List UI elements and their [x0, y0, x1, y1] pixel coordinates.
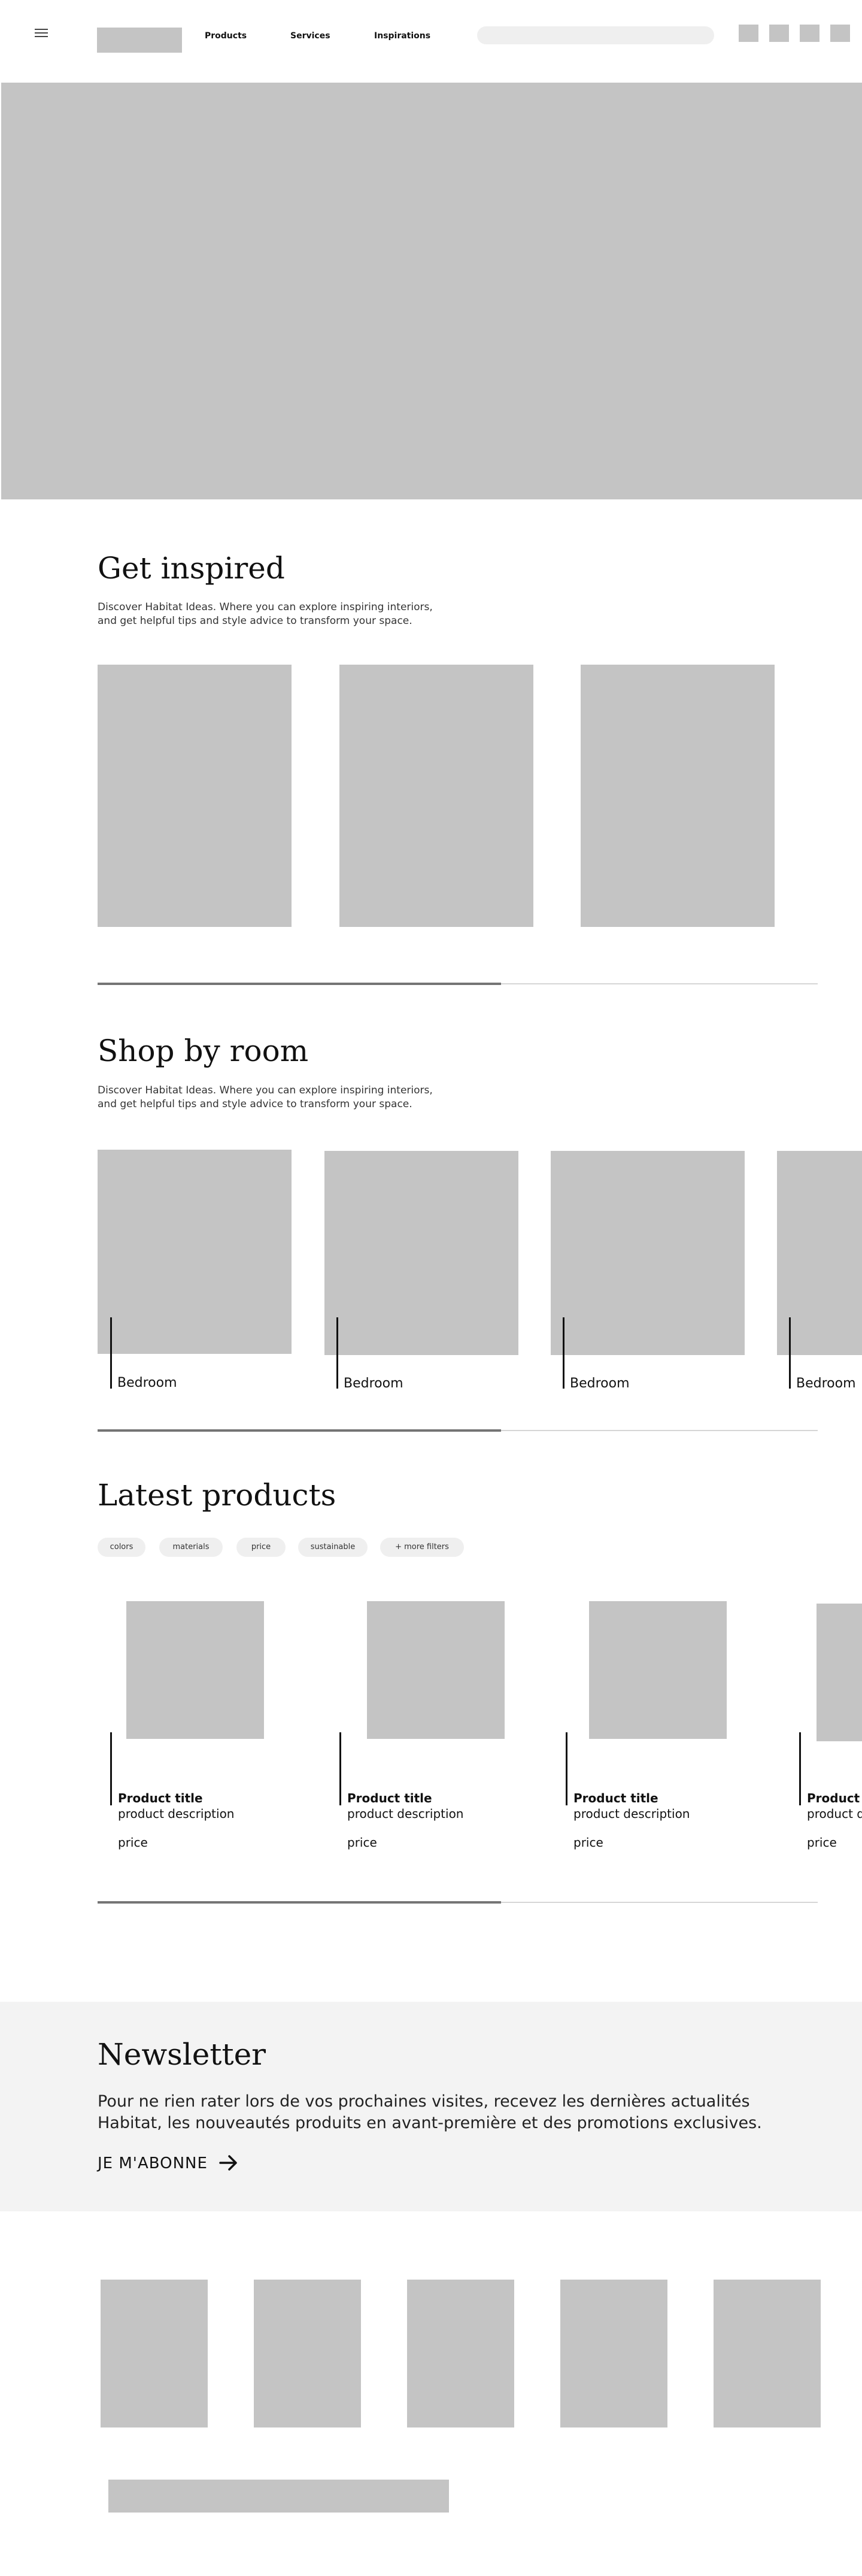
subscribe-button-label: JE M'ABONNE — [98, 2154, 208, 2172]
room-card-divider — [110, 1317, 112, 1389]
footer-image-3[interactable] — [407, 2280, 514, 2427]
filter-chip-more[interactable]: + more filters — [380, 1538, 464, 1557]
room-card-divider — [789, 1317, 791, 1389]
room-label[interactable]: Bedroom — [117, 1375, 177, 1390]
search-input[interactable] — [477, 26, 714, 44]
product-divider — [799, 1732, 801, 1805]
header-icon-3[interactable] — [800, 25, 819, 42]
nav-link-inspirations[interactable]: Inspirations — [374, 31, 430, 41]
product-image[interactable] — [589, 1601, 727, 1739]
product-divider — [566, 1732, 567, 1805]
section-title-get-inspired: Get inspired — [98, 551, 285, 586]
carousel-scrollbar-rooms[interactable] — [98, 1429, 818, 1432]
section-intro-get-inspired: Discover Habitat Ideas. Where you can ex… — [98, 601, 433, 628]
footer-image-5[interactable] — [714, 2280, 821, 2427]
product-image[interactable] — [367, 1601, 505, 1739]
hero-image — [1, 83, 862, 499]
room-label[interactable]: Bedroom — [796, 1376, 856, 1391]
carousel-scrollbar-inspired[interactable] — [98, 983, 818, 985]
product-title[interactable]: Product title — [807, 1791, 862, 1805]
product-price: price — [347, 1835, 377, 1850]
newsletter-title: Newsletter — [98, 2037, 266, 2072]
product-title[interactable]: Product title — [573, 1791, 658, 1805]
product-image[interactable] — [126, 1601, 264, 1739]
room-label[interactable]: Bedroom — [344, 1376, 403, 1391]
arrow-right-icon — [219, 2155, 237, 2171]
product-divider — [110, 1732, 112, 1805]
nav-link-products[interactable]: Products — [205, 31, 247, 41]
room-card-image[interactable] — [98, 1150, 292, 1354]
product-title[interactable]: Product title — [118, 1791, 203, 1805]
footer-bar — [108, 2480, 449, 2513]
product-price: price — [573, 1835, 603, 1850]
product-description: product description — [807, 1807, 862, 1821]
footer-image-2[interactable] — [254, 2280, 361, 2427]
section-intro-shop-by-room: Discover Habitat Ideas. Where you can ex… — [98, 1084, 433, 1111]
product-image[interactable] — [817, 1604, 862, 1741]
scrollbar-thumb[interactable] — [98, 1901, 501, 1904]
filter-chip-colors[interactable]: colors — [98, 1538, 145, 1557]
menu-icon[interactable] — [35, 29, 48, 37]
inspiration-card-3[interactable] — [581, 665, 775, 927]
room-card-divider — [336, 1317, 338, 1389]
footer-image-1[interactable] — [101, 2280, 208, 2427]
room-card-image[interactable] — [324, 1151, 518, 1355]
product-description: product description — [347, 1807, 464, 1821]
section-title-latest-products: Latest products — [98, 1478, 336, 1513]
section-title-shop-by-room: Shop by room — [98, 1034, 309, 1068]
subscribe-button[interactable]: JE M'ABONNE — [98, 2154, 237, 2172]
product-text-clip: Product title product description price — [807, 1787, 862, 1859]
filter-chip-materials[interactable]: materials — [159, 1538, 223, 1557]
product-description: product description — [118, 1807, 235, 1821]
header-icon-1[interactable] — [739, 25, 758, 42]
header-icon-2[interactable] — [769, 25, 789, 42]
filter-chip-price[interactable]: price — [236, 1538, 286, 1557]
carousel-scrollbar-products[interactable] — [98, 1901, 818, 1904]
footer-image-4[interactable] — [560, 2280, 667, 2427]
product-description: product description — [573, 1807, 690, 1821]
product-title[interactable]: Product title — [347, 1791, 432, 1805]
room-label[interactable]: Bedroom — [570, 1376, 630, 1391]
scrollbar-thumb[interactable] — [98, 1429, 501, 1432]
product-price: price — [807, 1835, 837, 1850]
inspiration-card-1[interactable] — [98, 665, 292, 927]
nav-link-services[interactable]: Services — [290, 31, 330, 41]
room-card-image[interactable] — [551, 1151, 745, 1355]
inspiration-card-2[interactable] — [339, 665, 533, 927]
scrollbar-thumb[interactable] — [98, 983, 501, 985]
product-divider — [339, 1732, 341, 1805]
newsletter-text: Pour ne rien rater lors de vos prochaine… — [98, 2092, 762, 2133]
product-price: price — [118, 1835, 148, 1850]
room-card-divider — [563, 1317, 564, 1389]
header-icon-4[interactable] — [830, 25, 850, 42]
logo[interactable] — [97, 28, 182, 53]
filter-chip-sustainable[interactable]: sustainable — [298, 1538, 368, 1557]
